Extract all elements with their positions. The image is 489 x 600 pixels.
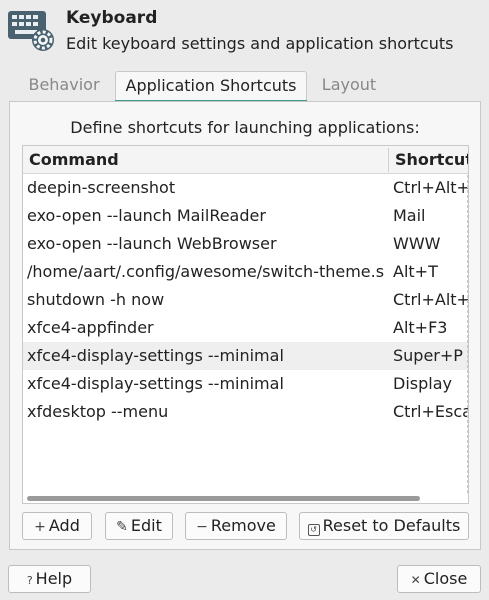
reset-to-defaults-button[interactable]: ↺ Reset to Defaults bbox=[299, 512, 469, 540]
command-cell: shutdown -h now bbox=[27, 290, 165, 309]
dialog-subtitle: Edit keyboard settings and application s… bbox=[66, 34, 454, 53]
plus-icon: + bbox=[34, 519, 46, 535]
column-header-shortcut[interactable]: Shortcut bbox=[395, 150, 468, 169]
shortcut-cell: WWW bbox=[393, 234, 441, 253]
keyboard-settings-icon bbox=[8, 11, 54, 51]
edit-button[interactable]: ✎ Edit bbox=[105, 512, 173, 540]
column-guide bbox=[467, 175, 468, 493]
reset-button-label: Reset to Defaults bbox=[322, 516, 461, 535]
shortcut-cell: Super+P bbox=[393, 346, 463, 365]
dialog-title: Keyboard bbox=[66, 8, 158, 28]
table-row[interactable]: xfce4-display-settings --minimal Display bbox=[23, 370, 468, 398]
shortcut-cell: Alt+T bbox=[393, 262, 438, 281]
shortcut-cell: Ctrl+Escape bbox=[393, 402, 468, 421]
shortcuts-panel: Define shortcuts for launching applicati… bbox=[9, 101, 481, 550]
table-row[interactable]: xfce4-appfinder Alt+F3 bbox=[23, 314, 468, 342]
remove-button[interactable]: − Remove bbox=[185, 512, 287, 540]
command-cell: /home/aart/.config/awesome/switch-theme.… bbox=[27, 262, 385, 281]
table-row[interactable]: shutdown -h now Ctrl+Alt+I bbox=[23, 286, 468, 314]
shortcut-cell: Ctrl+Alt+I bbox=[393, 290, 469, 309]
close-button-label: Close bbox=[423, 569, 468, 588]
table-row[interactable]: /home/aart/.config/awesome/switch-theme.… bbox=[23, 258, 468, 286]
column-separator[interactable] bbox=[388, 148, 389, 172]
tab-bar: Behavior Application Shortcuts Layout bbox=[9, 71, 481, 103]
dialog-header: Keyboard Edit keyboard settings and appl… bbox=[0, 0, 489, 64]
column-header-command[interactable]: Command bbox=[29, 150, 119, 169]
command-cell: xfce4-appfinder bbox=[27, 318, 154, 337]
tab-layout[interactable]: Layout bbox=[311, 71, 387, 101]
minus-icon: − bbox=[196, 519, 208, 535]
table-row[interactable]: deepin-screenshot Ctrl+Alt+I bbox=[23, 174, 468, 202]
tab-behavior[interactable]: Behavior bbox=[19, 71, 109, 101]
tab-application-shortcuts[interactable]: Application Shortcuts bbox=[115, 71, 307, 103]
remove-button-label: Remove bbox=[210, 516, 276, 535]
list-header: Command Shortcut bbox=[23, 146, 468, 174]
table-row[interactable]: xfdesktop --menu Ctrl+Escape bbox=[23, 398, 468, 426]
shortcut-cell: Ctrl+Alt+I bbox=[393, 178, 469, 197]
command-cell: exo-open --launch MailReader bbox=[27, 206, 266, 225]
command-cell: exo-open --launch WebBrowser bbox=[27, 234, 277, 253]
horizontal-scrollbar[interactable] bbox=[27, 496, 420, 501]
command-cell: xfce4-display-settings --minimal bbox=[27, 374, 284, 393]
close-button[interactable]: ✕ Close bbox=[397, 565, 481, 593]
shortcut-cell: Mail bbox=[393, 206, 426, 225]
help-icon: ? bbox=[26, 574, 33, 587]
shortcut-cell: Display bbox=[393, 374, 452, 393]
add-button[interactable]: + Add bbox=[22, 512, 92, 540]
table-row[interactable]: exo-open --launch WebBrowser WWW bbox=[23, 230, 468, 258]
reset-icon: ↺ bbox=[307, 524, 320, 536]
command-cell: xfce4-display-settings --minimal bbox=[27, 346, 284, 365]
add-button-label: Add bbox=[48, 516, 80, 535]
edit-button-label: Edit bbox=[130, 516, 162, 535]
panel-caption: Define shortcuts for launching applicati… bbox=[70, 118, 420, 137]
table-row[interactable]: exo-open --launch MailReader Mail bbox=[23, 202, 468, 230]
help-button[interactable]: ? Help bbox=[8, 565, 91, 593]
edit-icon: ✎ bbox=[116, 519, 128, 535]
shortcuts-list[interactable]: Command Shortcut deepin-screenshot Ctrl+… bbox=[22, 145, 469, 504]
close-icon: ✕ bbox=[410, 573, 421, 587]
command-cell: deepin-screenshot bbox=[27, 178, 176, 197]
table-row-selected[interactable]: xfce4-display-settings --minimal Super+P bbox=[23, 342, 468, 370]
command-cell: xfdesktop --menu bbox=[27, 402, 169, 421]
shortcut-cell: Alt+F3 bbox=[393, 318, 448, 337]
help-button-label: Help bbox=[35, 569, 73, 588]
